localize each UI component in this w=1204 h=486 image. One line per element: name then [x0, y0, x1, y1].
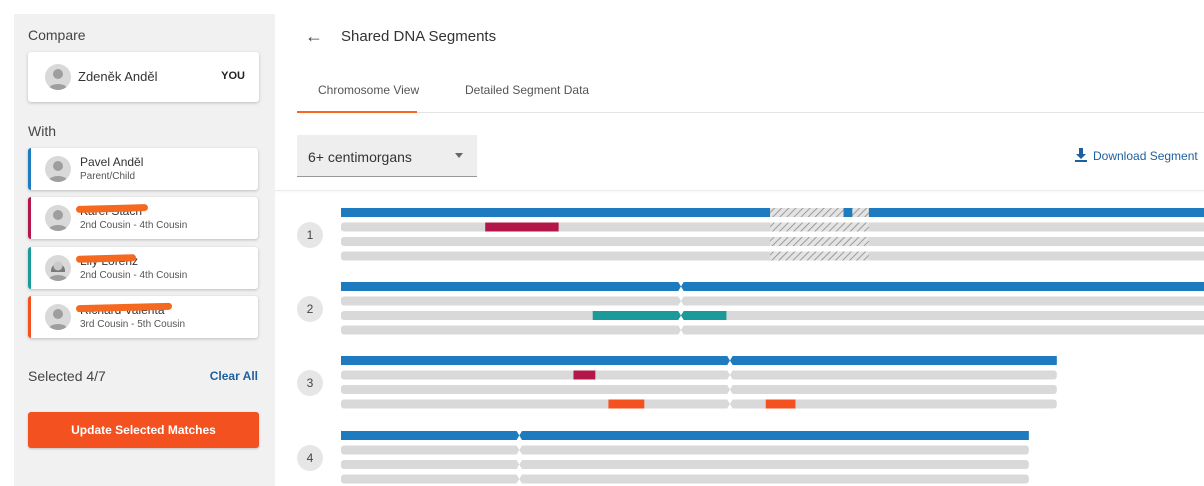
- chromosome-track: [341, 311, 1204, 320]
- chromosome-track: [341, 460, 1029, 469]
- main-panel: ← Shared DNA Segments Chromosome View De…: [275, 0, 1204, 486]
- you-card: Zdeněk Anděl YOU: [28, 52, 259, 102]
- chromosome-track: [341, 445, 1029, 455]
- chromosome-chart: [341, 208, 1204, 484]
- match-card[interactable]: Karel Stach2nd Cousin - 4th Cousin: [28, 197, 258, 239]
- unmapped-region: [770, 208, 869, 217]
- user-avatar-icon: [45, 255, 71, 281]
- selected-count: Selected 4/7: [28, 368, 106, 384]
- unmapped-region: [770, 222, 869, 232]
- update-selected-matches-button[interactable]: Update Selected Matches: [28, 412, 259, 448]
- match-color-stripe: [28, 296, 31, 338]
- shared-segment[interactable]: [341, 356, 1057, 365]
- match-card[interactable]: Pavel Anděl Parent/Child: [28, 148, 258, 190]
- match-color-stripe: [28, 197, 31, 239]
- user-avatar-icon: [45, 205, 71, 231]
- match-card[interactable]: Richard Valenta3rd Cousin - 5th Cousin: [28, 296, 258, 338]
- with-label: With: [28, 123, 56, 139]
- match-relationship: Parent/Child: [80, 171, 136, 182]
- shared-segment[interactable]: [843, 208, 853, 217]
- shared-segment[interactable]: [341, 431, 1029, 440]
- shared-segment[interactable]: [765, 399, 796, 409]
- shared-segment[interactable]: [608, 399, 645, 409]
- match-relationship: 2nd Cousin - 4th Cousin: [80, 220, 188, 231]
- shared-segment[interactable]: [485, 222, 559, 232]
- shared-segment[interactable]: [592, 311, 727, 320]
- you-name: Zdeněk Anděl: [78, 69, 158, 84]
- user-avatar-icon: [45, 156, 71, 182]
- clear-all-link[interactable]: Clear All: [210, 369, 258, 383]
- shared-segment[interactable]: [573, 370, 596, 380]
- you-badge: YOU: [221, 70, 245, 82]
- sidebar: Compare Zdeněk Anděl YOU With Pavel Andě…: [14, 14, 275, 486]
- shared-segment[interactable]: [860, 208, 1204, 217]
- shared-segment[interactable]: [341, 282, 1204, 291]
- compare-label: Compare: [28, 27, 86, 43]
- user-avatar-icon: [45, 64, 71, 90]
- chromosome-track: [341, 325, 1204, 335]
- user-avatar-icon: [45, 304, 71, 330]
- match-relationship: 3rd Cousin - 5th Cousin: [80, 319, 186, 330]
- match-relationship: 2nd Cousin - 4th Cousin: [80, 270, 188, 281]
- chromosome-track: [341, 399, 1057, 409]
- match-color-stripe: [28, 247, 31, 289]
- unmapped-region: [770, 251, 869, 261]
- match-card[interactable]: Lily Lorenz2nd Cousin - 4th Cousin: [28, 247, 258, 289]
- chromosome-track: [341, 385, 1057, 394]
- unmapped-region: [770, 237, 869, 246]
- match-name: Pavel Anděl: [80, 155, 144, 169]
- match-color-stripe: [28, 148, 31, 190]
- chromosome-track: [341, 474, 1029, 484]
- chromosome-track: [341, 296, 1204, 306]
- shared-segment[interactable]: [341, 208, 771, 217]
- chromosome-track: [341, 370, 1057, 380]
